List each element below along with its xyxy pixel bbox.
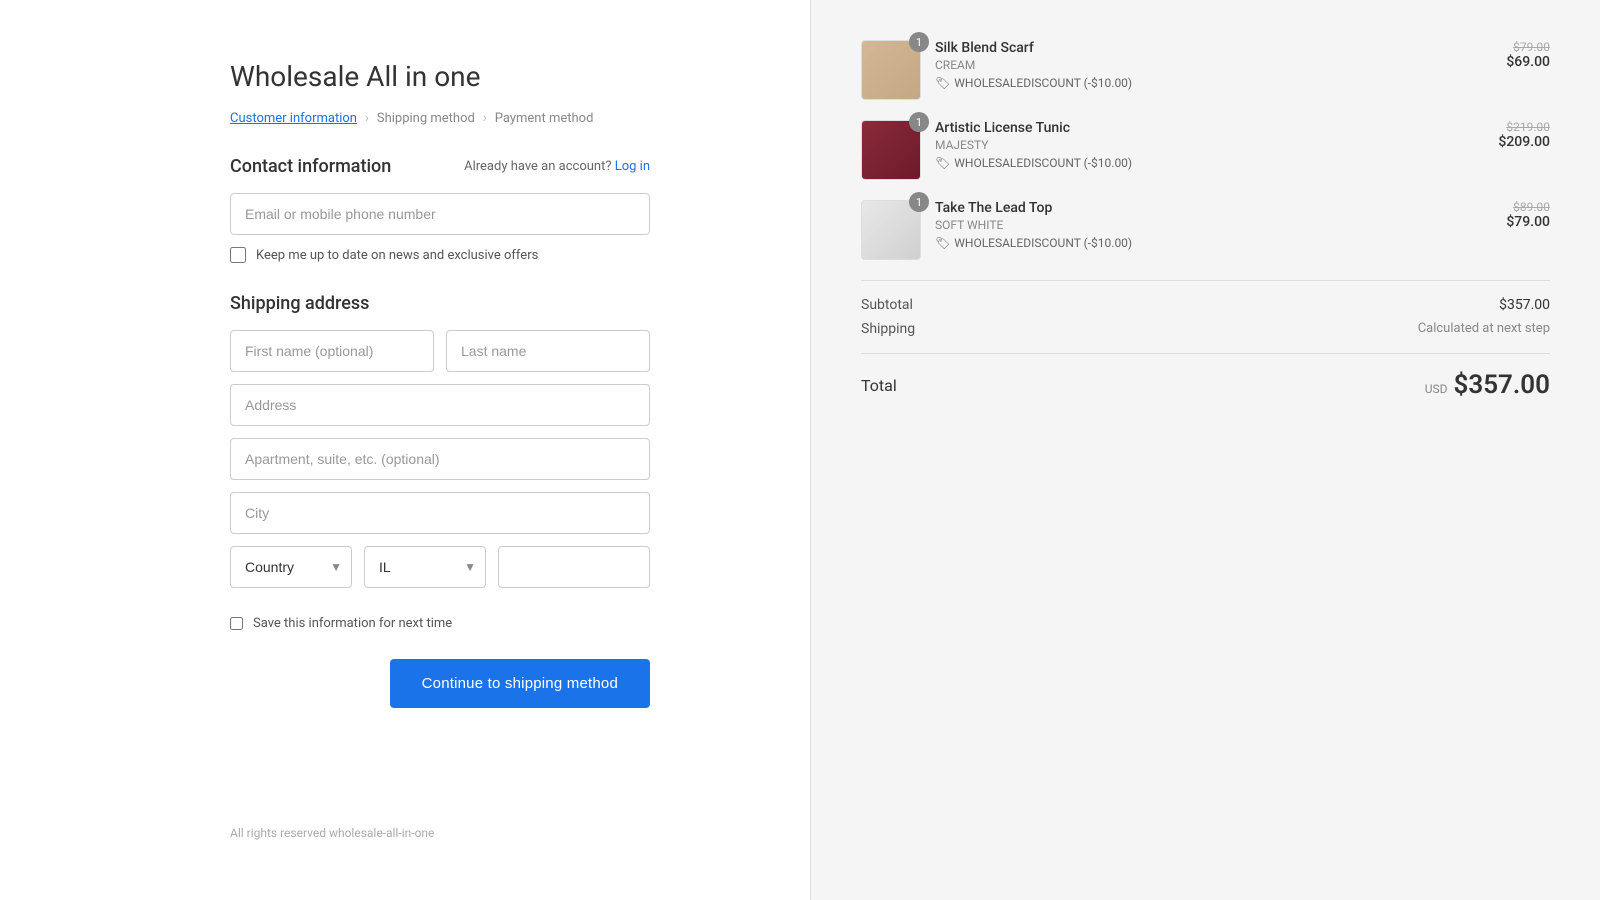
item-prices-3: $89.00 $79.00 <box>1506 200 1550 230</box>
subtotal-row: Subtotal $357.00 <box>861 297 1550 313</box>
item-variant-2: MAJESTY <box>935 138 1484 152</box>
item-discount-2: 🏷 WHOLESALEDISCOUNT (-$10.00) <box>935 156 1484 170</box>
breadcrumb: Customer information › Shipping method ›… <box>230 111 650 126</box>
first-name-input[interactable] <box>230 330 434 372</box>
breadcrumb-separator-1: › <box>365 111 369 126</box>
apartment-row <box>230 438 650 480</box>
item-quantity-badge-3: 1 <box>909 192 929 212</box>
item-discount-1: 🏷 WHOLESALEDISCOUNT (-$10.00) <box>935 76 1492 90</box>
item-discount-label-3: WHOLESALEDISCOUNT (-$10.00) <box>954 236 1132 250</box>
city-row <box>230 492 650 534</box>
item-quantity-badge-2: 1 <box>909 112 929 132</box>
contact-section-title: Contact information <box>230 156 391 177</box>
footer-text: All rights reserved wholesale-all-in-one <box>230 766 650 840</box>
item-prices-1: $79.00 $69.00 <box>1506 40 1550 70</box>
login-link[interactable]: Log in <box>615 159 650 174</box>
name-row <box>230 330 650 372</box>
item-variant-3: SOFT WHITE <box>935 218 1492 232</box>
order-divider <box>861 280 1550 281</box>
item-variant-1: CREAM <box>935 58 1492 72</box>
email-input[interactable] <box>230 193 650 235</box>
top-thumbnail <box>862 201 920 259</box>
total-label: Total <box>861 376 897 395</box>
login-prompt-text: Already have an account? <box>464 159 611 174</box>
country-select-wrapper: Country United States Canada ▼ <box>230 546 352 588</box>
item-discounted-price-3: $79.00 <box>1506 214 1550 230</box>
newsletter-checkbox[interactable] <box>230 247 246 263</box>
store-title: Wholesale All in one <box>230 60 650 93</box>
total-amount: $357.00 <box>1453 370 1550 400</box>
last-name-input[interactable] <box>446 330 650 372</box>
shipping-row: Shipping Calculated at next step <box>861 321 1550 337</box>
scarf-thumbnail <box>862 41 920 99</box>
item-original-price-1: $79.00 <box>1506 40 1550 54</box>
total-currency: USD <box>1425 382 1448 396</box>
item-name-1: Silk Blend Scarf <box>935 40 1492 56</box>
item-details-1: Silk Blend Scarf CREAM 🏷 WHOLESALEDISCOU… <box>935 40 1492 90</box>
tag-icon-2: 🏷 <box>935 156 950 170</box>
newsletter-label[interactable]: Keep me up to date on news and exclusive… <box>256 248 538 263</box>
item-discounted-price-1: $69.00 <box>1506 54 1550 70</box>
address-input[interactable] <box>230 384 650 426</box>
state-select[interactable]: IL CA NY TX <box>364 546 486 588</box>
subtotal-value: $357.00 <box>1499 297 1550 313</box>
item-details-3: Take The Lead Top SOFT WHITE 🏷 WHOLESALE… <box>935 200 1492 250</box>
item-name-3: Take The Lead Top <box>935 200 1492 216</box>
apartment-input[interactable] <box>230 438 650 480</box>
state-row: Country United States Canada ▼ IL CA NY … <box>230 546 650 588</box>
item-discount-label-2: WHOLESALEDISCOUNT (-$10.00) <box>954 156 1132 170</box>
address-row <box>230 384 650 426</box>
save-info-label[interactable]: Save this information for next time <box>253 616 452 631</box>
newsletter-row: Keep me up to date on news and exclusive… <box>230 247 650 263</box>
item-discount-3: 🏷 WHOLESALEDISCOUNT (-$10.00) <box>935 236 1492 250</box>
shipping-section: Shipping address Country United States C… <box>230 293 650 600</box>
item-discounted-price-2: $209.00 <box>1498 134 1550 150</box>
item-image-wrapper-3: 1 <box>861 200 921 260</box>
item-original-price-2: $219.00 <box>1498 120 1550 134</box>
item-prices-2: $219.00 $209.00 <box>1498 120 1550 150</box>
tunic-thumbnail <box>862 121 920 179</box>
save-info-checkbox[interactable] <box>230 617 243 630</box>
city-input[interactable] <box>230 492 650 534</box>
left-panel: Wholesale All in one Customer informatio… <box>0 0 810 900</box>
contact-header: Contact information Already have an acco… <box>230 156 650 177</box>
shipping-calculated-value: Calculated at next step <box>1418 321 1550 337</box>
total-value-wrapper: USD $357.00 <box>1425 370 1550 400</box>
item-image-wrapper-2: 1 <box>861 120 921 180</box>
shipping-label: Shipping <box>861 321 915 337</box>
country-select[interactable]: Country United States Canada <box>230 546 352 588</box>
breadcrumb-separator-2: › <box>483 111 487 126</box>
item-image-wrapper-1: 1 <box>861 40 921 100</box>
item-quantity-badge-1: 1 <box>909 32 929 52</box>
login-prompt-wrapper: Already have an account? Log in <box>464 159 650 174</box>
order-item-2: 1 Artistic License Tunic MAJESTY 🏷 WHOLE… <box>861 120 1550 180</box>
tag-icon-3: 🏷 <box>935 236 950 250</box>
item-original-price-3: $89.00 <box>1506 200 1550 214</box>
continue-to-shipping-button[interactable]: Continue to shipping method <box>390 659 650 708</box>
item-discount-label-1: WHOLESALEDISCOUNT (-$10.00) <box>954 76 1132 90</box>
right-panel: 1 Silk Blend Scarf CREAM 🏷 WHOLESALEDISC… <box>810 0 1600 900</box>
breadcrumb-shipping: Shipping method <box>377 111 475 126</box>
zip-input[interactable]: 90210 <box>498 546 650 588</box>
shipping-section-title: Shipping address <box>230 293 650 314</box>
breadcrumb-payment: Payment method <box>495 111 594 126</box>
save-info-row: Save this information for next time <box>230 616 650 631</box>
breadcrumb-customer-info[interactable]: Customer information <box>230 111 357 126</box>
state-select-wrapper: IL CA NY TX ▼ <box>364 546 486 588</box>
tag-icon-1: 🏷 <box>935 76 950 90</box>
item-details-2: Artistic License Tunic MAJESTY 🏷 WHOLESA… <box>935 120 1484 170</box>
order-item-1: 1 Silk Blend Scarf CREAM 🏷 WHOLESALEDISC… <box>861 40 1550 100</box>
order-item-3: 1 Take The Lead Top SOFT WHITE 🏷 WHOLESA… <box>861 200 1550 260</box>
subtotal-label: Subtotal <box>861 297 913 313</box>
total-row: Total USD $357.00 <box>861 353 1550 400</box>
continue-btn-row: Continue to shipping method <box>230 659 650 708</box>
item-name-2: Artistic License Tunic <box>935 120 1484 136</box>
